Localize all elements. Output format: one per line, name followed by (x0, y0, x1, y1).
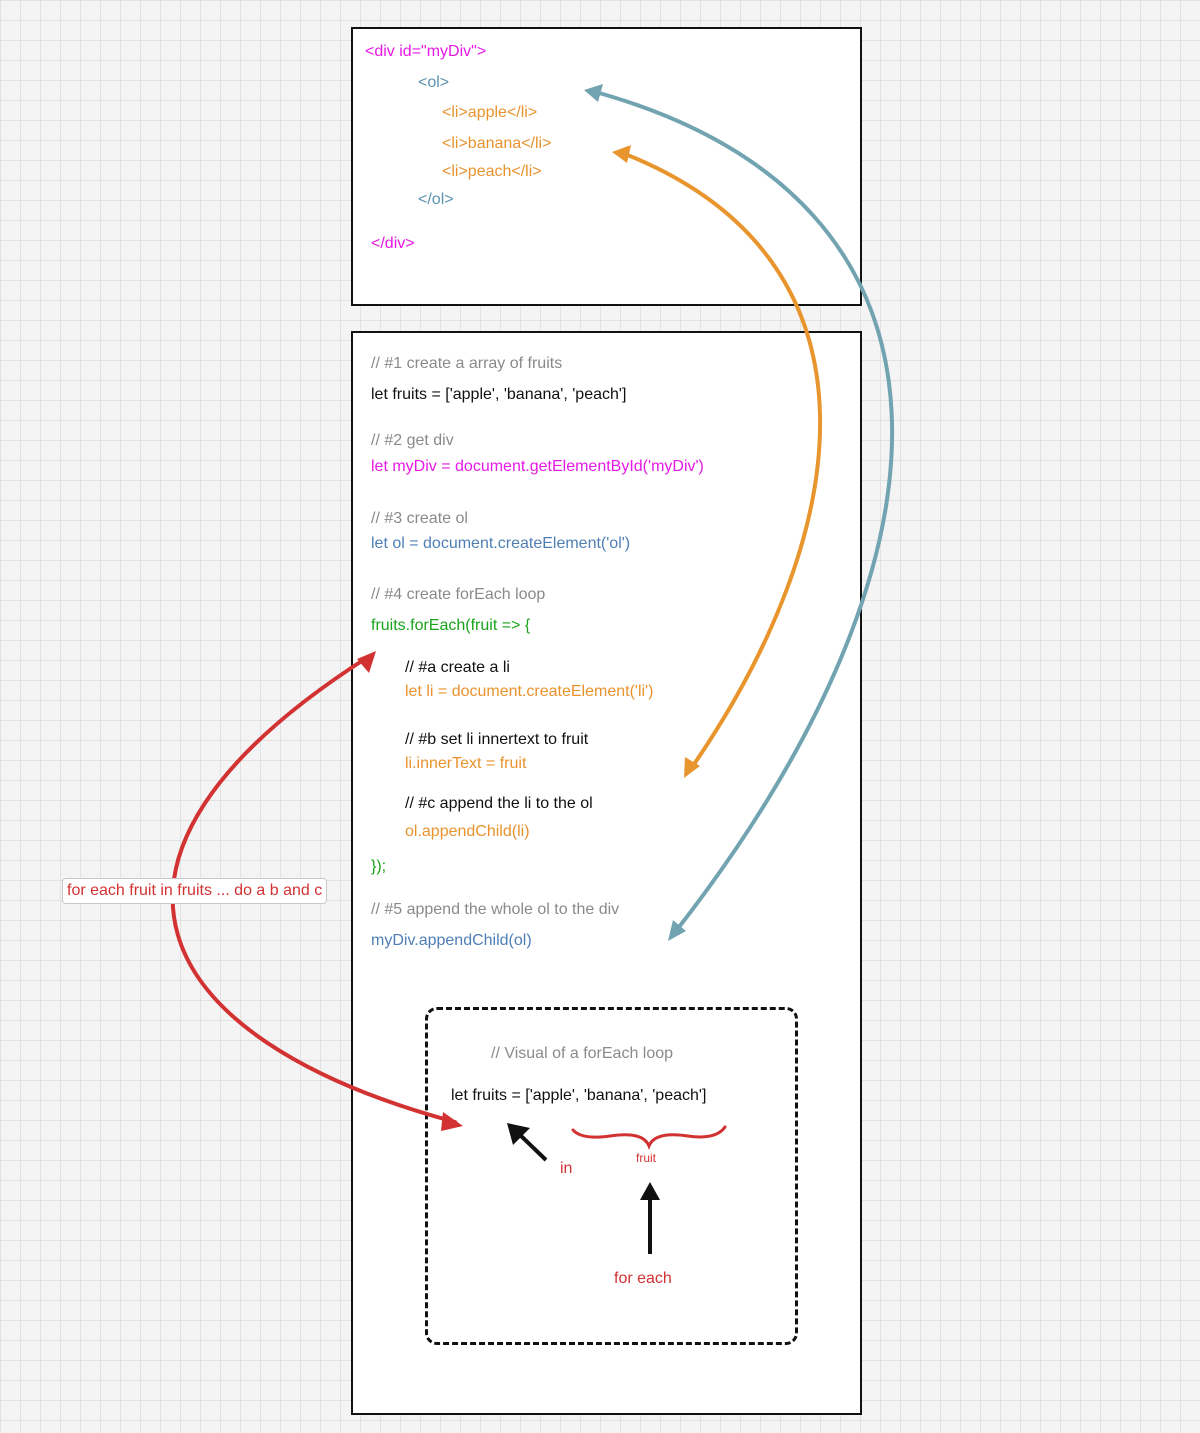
orange-arrowhead-top (612, 145, 631, 163)
teal-arrowhead-top (584, 84, 603, 102)
for-each-arrowhead (640, 1182, 660, 1200)
annotation-arrows (170, 84, 895, 1254)
in-arrow-shaft (516, 1131, 548, 1162)
red-arrowhead-top (357, 651, 376, 673)
loop-explanation-label: for each fruit in fruits ... do a b and … (62, 878, 328, 904)
teal-curved-arrow (590, 89, 895, 933)
orange-curved-arrow (618, 150, 822, 772)
red-arrowhead-bottom (441, 1112, 463, 1131)
fruit-curly-brace (571, 1125, 727, 1151)
